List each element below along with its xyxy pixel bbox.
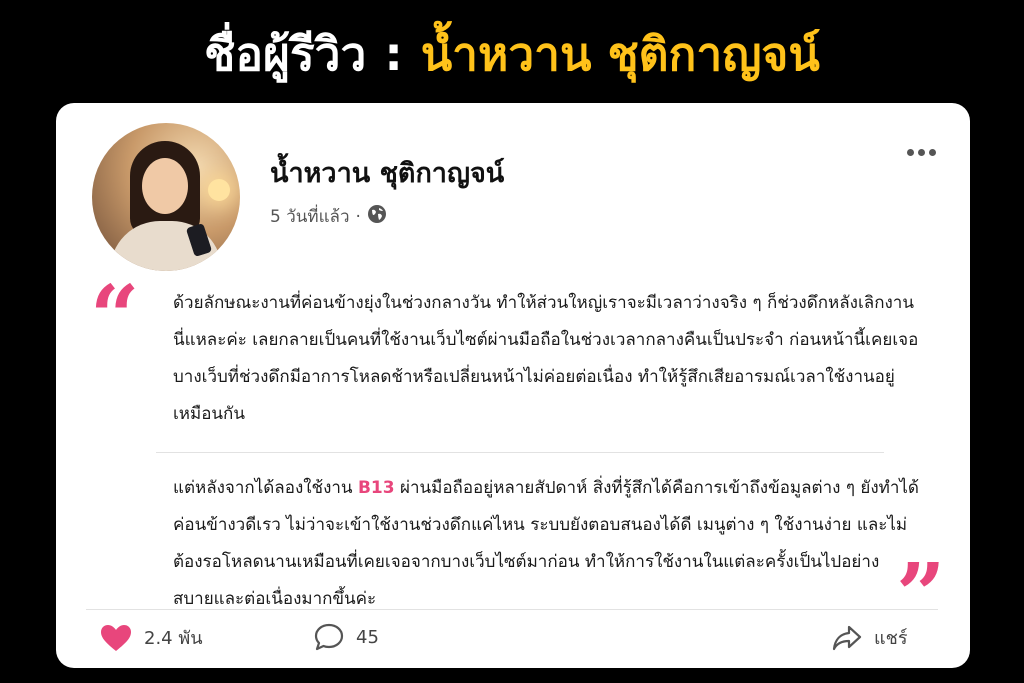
comment-button[interactable]: 45 <box>314 623 379 651</box>
more-dot <box>918 149 925 156</box>
post-time[interactable]: 5 วันที่แล้ว <box>270 203 350 230</box>
share-label: แชร์ <box>874 628 908 649</box>
comment-icon <box>314 623 344 651</box>
post-actions-bar: 2.4 พัน 45 แชร์ <box>56 609 970 668</box>
avatar-lamp <box>208 179 230 201</box>
more-options-button[interactable] <box>907 149 936 156</box>
avatar-face <box>142 158 188 214</box>
comment-count: 45 <box>356 626 379 648</box>
post-meta: 5 วันที่แล้ว · <box>270 203 387 230</box>
post-author-name[interactable]: น้ำหวาน ชุติกาญจน์ <box>270 151 504 194</box>
review-paragraph-2: แต่หลังจากได้ลองใช้งาน B13 ผ่านมือถืออยู… <box>173 470 919 618</box>
review-paragraph-1: ด้วยลักษณะงานที่ค่อนข้างยุ่งในช่วงกลางวั… <box>173 293 919 424</box>
paragraph2-text-start: แต่หลังจากได้ลองใช้งาน <box>173 478 358 498</box>
like-count: 2.4 พัน <box>144 628 203 649</box>
heart-icon <box>101 624 131 651</box>
meta-separator: · <box>355 206 361 227</box>
avatar[interactable] <box>92 123 240 271</box>
paragraph-divider <box>156 452 884 453</box>
open-quote-icon: “ <box>90 267 140 368</box>
headline-reviewer-name: น้ำหวาน ชุติกาญจน์ <box>420 27 820 81</box>
headline-separator: : <box>384 27 403 81</box>
share-button[interactable]: แชร์ <box>832 623 908 652</box>
headline-label: ชื่อผู้รีวิว <box>204 27 367 81</box>
review-post-card: น้ำหวาน ชุติกาญจน์ 5 วันที่แล้ว · “ ด้วย… <box>56 103 970 668</box>
like-button[interactable]: 2.4 พัน <box>100 623 203 652</box>
review-headline: ชื่อผู้รีวิว : น้ำหวาน ชุติกาญจน์ <box>0 14 1024 94</box>
globe-icon <box>367 204 387 229</box>
brand-highlight: B13 <box>357 478 395 498</box>
more-horizontal-icon <box>907 149 914 156</box>
more-dot <box>929 149 936 156</box>
share-icon <box>832 625 862 650</box>
